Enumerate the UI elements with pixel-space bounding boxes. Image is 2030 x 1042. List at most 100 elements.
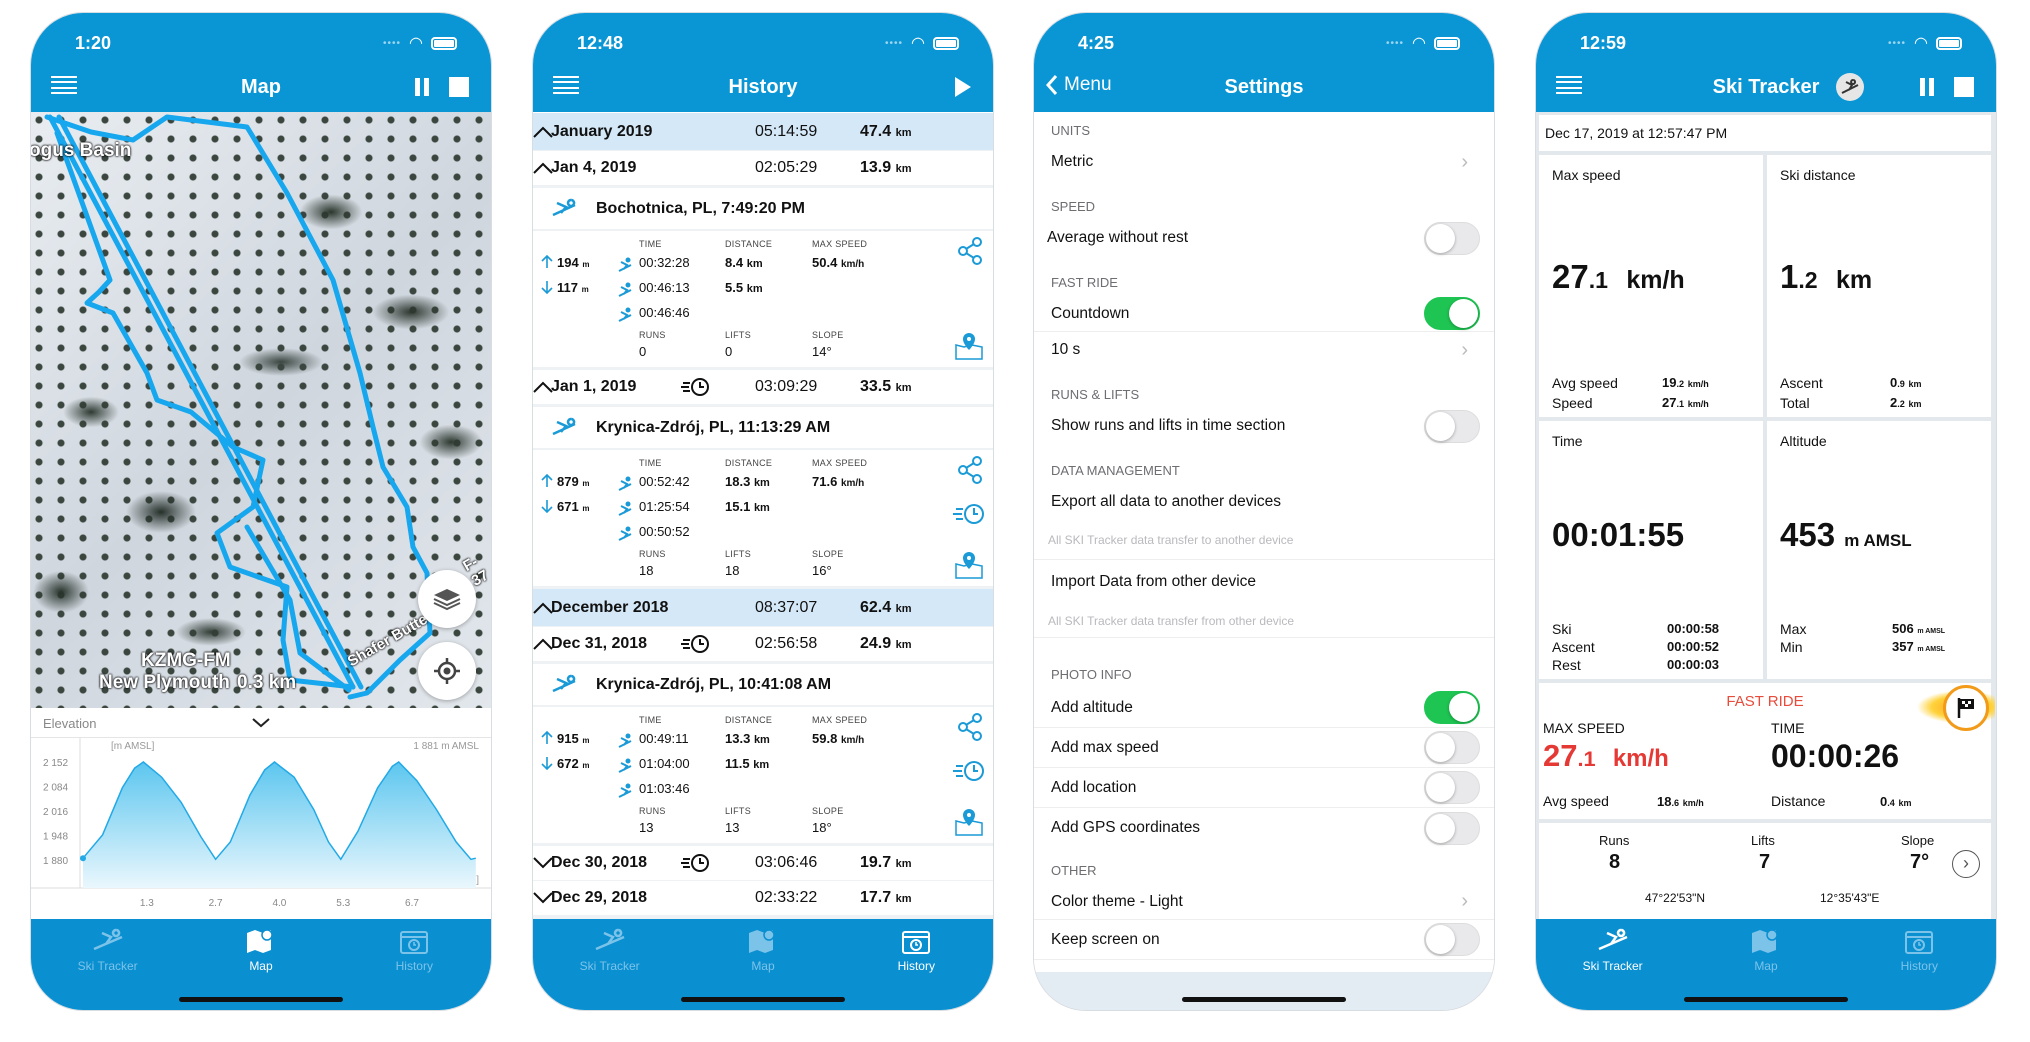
toggle-switch[interactable] — [1424, 923, 1480, 956]
my-location-button[interactable] — [418, 642, 476, 700]
history-list[interactable]: January 2019 05:14:59 47.4 km Jan 4, 2019 02… — [533, 113, 993, 919]
fast-ride-clock-icon[interactable] — [953, 502, 985, 526]
time-card: Time 00:01:55 Ski 00:00:58 Ascent 00:00:52… — [1539, 421, 1763, 679]
home-indicator — [1182, 997, 1346, 1002]
share-icon[interactable] — [957, 713, 983, 741]
play-button[interactable] — [955, 77, 971, 97]
duration: 02:33:22 — [755, 889, 818, 906]
unit: km/h — [1687, 399, 1709, 409]
satellite-map[interactable]: ogus Basin KZMG-FM New Plymouth 0.3 km S… — [31, 112, 491, 708]
tab-ski-tracker[interactable]: Ski Tracker — [31, 927, 184, 1010]
toggle-switch[interactable] — [1424, 771, 1480, 804]
runs-value: 13 — [639, 820, 654, 835]
max-speed-group: 50.4 km/h — [812, 255, 864, 270]
chevron-up-icon[interactable] — [533, 638, 553, 650]
fast-ride-card: FAST RIDE MAX SPEED 27.1 km/h TIME 00:00… — [1539, 677, 1995, 819]
signal-icon: •••• — [1888, 37, 1907, 49]
share-icon[interactable] — [957, 456, 983, 484]
setting-units[interactable]: Metric › — [1034, 144, 1494, 180]
lift-distance-value-group: 5.5 km — [725, 280, 763, 295]
x-tick-label: 2.7 — [209, 898, 223, 909]
pause-button[interactable] — [1920, 78, 1934, 96]
descent-value: 117 — [557, 280, 578, 295]
chevron-up-icon[interactable] — [533, 602, 553, 614]
unit: km — [753, 477, 770, 489]
tab-ski-tracker[interactable]: Ski Tracker — [1536, 927, 1689, 1010]
session-row[interactable]: Krynica-Zdrój, PL, 11:13:29 AM — [533, 407, 993, 448]
rest-time: 00:50:52 — [639, 524, 690, 539]
session-details: TIME DISTANCE MAX SPEED 194 m 117 m 00:32:28 0… — [533, 231, 993, 367]
fast-ride-button[interactable] — [1943, 685, 1989, 731]
unit: km — [1898, 798, 1912, 808]
distance-value-group: 24.9 km — [860, 635, 912, 653]
tab-history[interactable]: History — [840, 927, 993, 1010]
chevron-up-icon[interactable] — [533, 126, 553, 138]
rest-icon — [618, 307, 632, 322]
longitude: 12°35'43"E — [1820, 891, 1880, 905]
fast-ride-clock-icon[interactable] — [953, 759, 985, 783]
skiing-icon — [618, 733, 632, 748]
chevron-down-icon[interactable] — [252, 718, 270, 728]
month-row[interactable]: January 2019 05:14:59 47.4 km — [533, 113, 993, 150]
stop-button[interactable] — [1954, 77, 1974, 97]
min-altitude-value: 357 — [1892, 639, 1914, 654]
y-tick-label: 2 152 — [43, 758, 68, 769]
share-icon[interactable] — [957, 237, 983, 265]
pause-button[interactable] — [415, 78, 429, 96]
status-time: 12:48 — [577, 33, 624, 53]
tab-history[interactable]: History — [338, 927, 491, 1010]
chevron-right-button[interactable]: › — [1952, 850, 1980, 878]
tab-label: Map — [249, 959, 273, 973]
setting-label: Metric — [1051, 153, 1094, 170]
toggle-switch[interactable] — [1424, 691, 1480, 724]
tab-history[interactable]: History — [1843, 927, 1996, 1010]
map-pin-icon[interactable] — [954, 550, 984, 580]
month-row[interactable]: December 2018 08:37:07 62.4 km — [533, 589, 993, 626]
map-pin-icon[interactable] — [954, 331, 984, 361]
ski-distance-value: 1.2 — [1780, 258, 1818, 295]
toggle-switch[interactable] — [1424, 409, 1480, 443]
day-row[interactable]: Dec 29, 2018 02:33:22 17.7 km — [533, 881, 993, 915]
map-layers-button[interactable] — [418, 570, 476, 628]
setting-color-theme[interactable]: Color theme - Light › — [1034, 884, 1494, 920]
max-speed-group: 59.8 km/h — [812, 731, 864, 746]
day-row[interactable]: Dec 30, 2018 03:06:46 19.7 km — [533, 846, 993, 880]
chevron-down-icon[interactable] — [533, 857, 553, 869]
activity-mode-button[interactable] — [1836, 73, 1864, 101]
toggle-switch[interactable] — [1424, 731, 1480, 764]
toggle-switch[interactable] — [1424, 297, 1480, 330]
ascent-value: 194 — [557, 255, 579, 270]
unit: km — [895, 639, 912, 651]
toggle-switch[interactable] — [1424, 811, 1480, 845]
session-details: TIME DISTANCE MAX SPEED 879 m 671 m 00:52:42 0… — [533, 450, 993, 586]
unit: km — [1835, 266, 1873, 294]
label: SLOPE — [812, 806, 844, 816]
tab-ski-tracker[interactable]: Ski Tracker — [533, 927, 686, 1010]
tab-label: Ski Tracker — [1582, 959, 1643, 973]
lift-distance-value: 5.5 — [725, 280, 744, 295]
distance-value: 33.5 — [860, 378, 892, 395]
ski-distance-value-group: 13.3 km — [725, 731, 770, 746]
session-row[interactable]: Bochotnica, PL, 7:49:20 PM — [533, 188, 993, 229]
stop-button[interactable] — [449, 77, 469, 97]
unit: m AMSL — [1917, 646, 1946, 653]
setting-countdown-value[interactable]: 10 s › — [1034, 332, 1494, 368]
chevron-down-icon[interactable] — [533, 892, 553, 904]
unit: m — [582, 504, 590, 513]
chevron-up-icon[interactable] — [533, 381, 553, 393]
wifi-icon: ◠ — [1914, 35, 1928, 52]
setting-import[interactable]: Import Data from other device — [1034, 560, 1494, 604]
map-pin-icon[interactable] — [954, 807, 984, 837]
chevron-up-icon[interactable] — [533, 162, 553, 174]
elevation-chart: [m AMSL] 1 881 m AMSL [km] 2 1522 0842 0… — [31, 738, 491, 909]
page-title: Settings — [1224, 76, 1304, 98]
day-row[interactable]: Dec 31, 2018 02:56:58 24.9 km — [533, 627, 993, 661]
distance-value-group: 19.7 km — [860, 854, 912, 872]
day-row[interactable]: Jan 1, 2019 03:09:29 33.5 km — [533, 370, 993, 404]
setting-average-without-rest: Average without rest — [1034, 220, 1494, 256]
toggle-switch[interactable] — [1424, 221, 1480, 255]
elevation-header[interactable]: Elevation — [31, 708, 491, 738]
session-row[interactable]: Krynica-Zdrój, PL, 10:41:08 AM — [533, 664, 993, 705]
day-row[interactable]: Jan 4, 2019 02:05:29 13.9 km — [533, 151, 993, 185]
setting-export[interactable]: Export all data to another devices — [1034, 484, 1494, 520]
